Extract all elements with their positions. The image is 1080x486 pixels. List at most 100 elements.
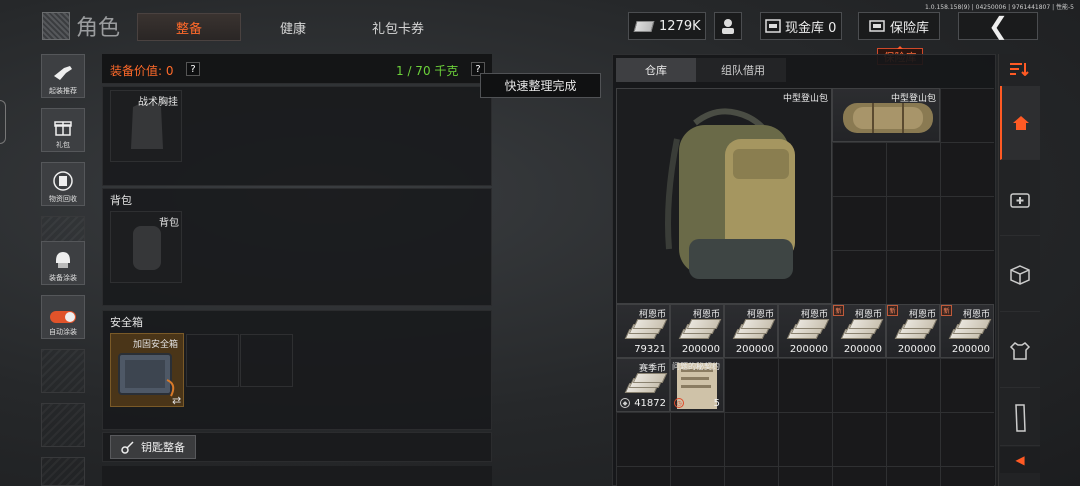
stash-item-contract[interactable]: ◷ 问题的秘契约 5 — [670, 358, 724, 412]
rifle-icon — [52, 62, 74, 84]
sidebar-item-equipment-skin[interactable]: 装备涂装 — [41, 241, 85, 285]
cash-icon — [633, 20, 655, 32]
stash-item-coin[interactable]: 柯恩币 79321 — [616, 304, 670, 358]
sidebar-item-label: 装备涂装 — [49, 274, 77, 282]
item-quantity: 200000 — [735, 344, 774, 355]
cash-stack-icon — [731, 319, 776, 343]
stash-grid: 中型登山包 中型登山包 柯恩币 79321 柯恩币 200000 柯恩币 200… — [616, 88, 994, 486]
cash-stack-icon — [677, 319, 722, 343]
cash-stack-icon — [893, 319, 938, 343]
tab-health[interactable]: 健康 — [255, 13, 331, 41]
safe-box-section-title: 安全箱 — [110, 316, 143, 329]
item-name: 柯恩币 — [638, 310, 666, 320]
item-quantity: 200000 — [681, 344, 720, 355]
sidebar-item-label: 自动涂装 — [49, 328, 77, 336]
role-logo-icon — [42, 12, 70, 40]
sidebar-item-label: 礼包 — [56, 141, 70, 149]
stash-item-coin[interactable]: 新 柯恩币 200000 — [886, 304, 940, 358]
money-display[interactable]: 1279K — [628, 12, 706, 40]
toast-message: 快速整理完成 — [480, 73, 601, 98]
cash-stack-icon — [623, 319, 668, 343]
item-quantity: 200000 — [951, 344, 990, 355]
magazine-icon — [1015, 403, 1026, 432]
stash-item-coin[interactable]: 柯恩币 200000 — [670, 304, 724, 358]
cash-vault-icon — [765, 19, 781, 33]
item-name: 柯恩币 — [746, 310, 774, 320]
helmet-icon — [52, 249, 74, 271]
backpack-slot-label: 背包 — [159, 218, 179, 229]
sidebar-item-gift[interactable]: 礼包 — [41, 108, 85, 152]
sidebar-item-loadout-recommend[interactable]: 起装推荐 — [41, 54, 85, 98]
stash-item-coin[interactable]: 柯恩币 200000 — [778, 304, 832, 358]
chevron-left-icon: ❮ — [987, 12, 1009, 40]
key-loadout-label: 钥匙整备 — [141, 441, 185, 454]
vault-label: 保险库 — [890, 20, 930, 36]
recycle-icon — [52, 170, 74, 192]
sort-icon[interactable] — [1000, 56, 1040, 82]
item-name: 中型登山包 — [782, 94, 828, 104]
tab-team-borrow[interactable]: 组队借用 — [700, 58, 786, 82]
item-quantity: 200000 — [897, 344, 936, 355]
sidebar-empty-slot — [41, 403, 85, 447]
page-title-text: 角色 — [76, 16, 121, 41]
stash-item-coin[interactable]: 新 柯恩币 200000 — [940, 304, 994, 358]
cash-vault-label: 现金库 0 — [785, 20, 837, 36]
collapse-rail-button[interactable]: ◀ — [1000, 447, 1040, 473]
back-button[interactable]: ❮ — [958, 12, 1038, 40]
swap-icon[interactable]: ⇄ — [172, 394, 181, 407]
rail-item-supplies[interactable] — [1000, 238, 1040, 312]
help-icon[interactable]: ? — [186, 62, 200, 76]
stash-item-backpack-small[interactable]: 中型登山包 — [832, 88, 940, 142]
agent-button[interactable] — [714, 12, 742, 40]
rail-item-medical[interactable] — [1000, 162, 1040, 236]
stash-item-coin[interactable]: 柯恩币 200000 — [724, 304, 778, 358]
item-name: 柯恩币 — [908, 310, 936, 320]
item-quantity: 41872 — [634, 398, 666, 409]
weight-capacity: 1 / 70 千克 — [396, 64, 459, 78]
collapse-left-icon: ◀ — [1015, 453, 1025, 467]
item-quantity: 200000 — [789, 344, 828, 355]
tab-gift-vouchers[interactable]: 礼包卡券 — [356, 13, 440, 41]
cash-stack-icon — [839, 319, 884, 343]
tab-stash[interactable]: 仓库 — [616, 58, 696, 82]
money-amount: 1279K — [659, 18, 701, 34]
key-loadout-button[interactable]: 钥匙整备 — [110, 435, 196, 459]
item-name: 柯恩币 — [800, 310, 828, 320]
item-quantity: 5 — [713, 398, 720, 409]
season-icon: ◆ — [620, 398, 630, 408]
rail-item-ammo[interactable] — [1000, 390, 1040, 446]
cash-vault-button[interactable]: 现金库 0 — [760, 12, 842, 40]
sidebar-empty-slot — [41, 457, 85, 486]
rail-item-home[interactable] — [1000, 86, 1040, 160]
item-name: 赛季币 — [638, 364, 666, 374]
side-drawer-handle[interactable] — [0, 100, 6, 144]
vest-slot-label: 战术胸挂 — [138, 97, 178, 108]
item-quantity: 79321 — [634, 344, 666, 355]
vault-button[interactable]: 保险库 — [858, 12, 940, 40]
sidebar-item-recycle[interactable]: 物资回收 — [41, 162, 85, 206]
tab-equipment[interactable]: 整备 — [137, 13, 241, 41]
safe-box-grid-cell — [240, 334, 293, 387]
stash-item-coin[interactable]: 新 柯恩币 200000 — [832, 304, 886, 358]
cash-stack-icon — [623, 373, 668, 397]
backpack-section-title: 背包 — [110, 194, 132, 207]
vault-icon — [869, 20, 885, 32]
cash-stack-icon — [785, 319, 830, 343]
medkit-icon — [1010, 192, 1030, 208]
sidebar-empty-slot — [41, 349, 85, 393]
new-badge: 新 — [887, 305, 898, 316]
rail-item-armor[interactable] — [1000, 314, 1040, 388]
sidebar-item-label: 起装推荐 — [49, 87, 77, 95]
sidebar-item-label: 物资回收 — [49, 195, 77, 203]
safe-box-label: 加固安全箱 — [133, 340, 179, 350]
bottom-strip — [102, 466, 492, 486]
auto-skin-toggle[interactable] — [50, 311, 76, 323]
item-name: 柯恩币 — [962, 310, 990, 320]
stash-item-backpack-large[interactable]: 中型登山包 — [616, 88, 832, 304]
time-limit-icon: ◷ — [674, 398, 684, 408]
cash-stack-icon — [947, 319, 992, 343]
stash-item-season-coin[interactable]: ◆ 赛季币 41872 — [616, 358, 670, 412]
item-name: 柯恩币 — [854, 310, 882, 320]
sidebar-item-auto-skin[interactable]: 自动涂装 — [41, 295, 85, 339]
item-quantity: 200000 — [843, 344, 882, 355]
